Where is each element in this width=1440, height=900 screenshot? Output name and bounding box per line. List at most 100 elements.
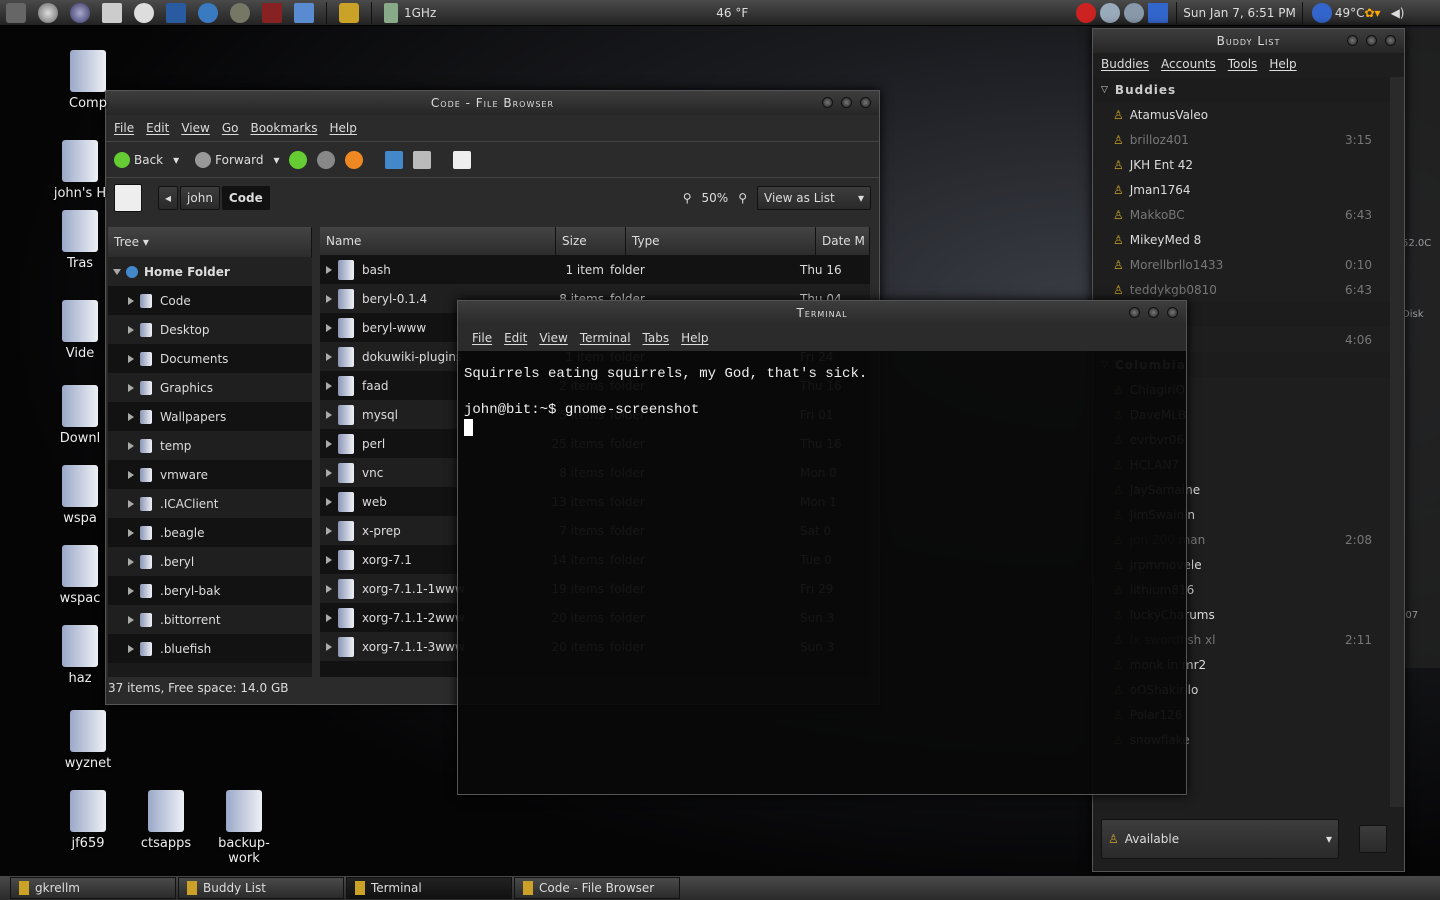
buddy-item[interactable]: ♙ JKH Ent 42 <box>1093 152 1390 177</box>
close-button[interactable] <box>1167 307 1178 318</box>
search-icon[interactable] <box>1100 2 1121 23</box>
buddy-item[interactable]: ♙ MikeyMed 8 <box>1093 227 1390 252</box>
menu-item[interactable]: Help <box>1269 57 1296 71</box>
desktop-icon[interactable]: wyznet <box>48 710 128 771</box>
expander-icon[interactable] <box>128 354 134 363</box>
expander-icon[interactable] <box>326 294 332 303</box>
mail-icon[interactable] <box>102 2 122 23</box>
desktop-icon[interactable]: haz <box>40 625 120 686</box>
expander-icon[interactable] <box>326 642 332 651</box>
expander-icon[interactable] <box>326 584 332 593</box>
desktop-icon[interactable]: wspa <box>40 465 120 526</box>
minimize-button[interactable] <box>1129 307 1140 318</box>
tree-item[interactable]: .ICAClient <box>108 489 312 518</box>
stop-icon[interactable] <box>317 150 336 169</box>
expander-icon[interactable] <box>128 499 134 508</box>
menu-item[interactable]: Tools <box>1228 57 1258 71</box>
tree-item[interactable]: Desktop <box>108 315 312 344</box>
volume-icon[interactable]: ◀) <box>1391 6 1405 20</box>
crumb-current[interactable]: Code <box>221 185 270 210</box>
expander-icon[interactable] <box>326 439 332 448</box>
expander-icon[interactable] <box>128 557 134 566</box>
ruby-icon[interactable] <box>1076 2 1097 23</box>
zoom-level[interactable]: 50% <box>702 191 729 205</box>
menu-item[interactable]: Help <box>681 331 708 345</box>
menu-item[interactable]: Go <box>222 121 239 135</box>
tree-item[interactable]: .beryl-bak <box>108 576 312 605</box>
close-button[interactable] <box>860 97 871 108</box>
video-icon[interactable] <box>262 2 282 23</box>
status-selector[interactable]: ♙ Available ▾ <box>1101 819 1341 859</box>
expander-icon[interactable] <box>128 615 134 624</box>
expander-icon[interactable] <box>326 381 332 390</box>
desktop-icon[interactable]: Comp <box>48 50 128 111</box>
desktop-icon[interactable]: john's H <box>40 140 120 201</box>
chat-icon[interactable] <box>134 2 154 23</box>
expander-icon[interactable] <box>326 352 332 361</box>
expander-icon[interactable] <box>128 325 134 334</box>
buddy-list-titlebar[interactable]: Buddy List <box>1093 29 1404 53</box>
expander-icon[interactable] <box>128 383 134 392</box>
tree-item[interactable]: Code <box>108 286 312 315</box>
minimize-button[interactable] <box>822 97 833 108</box>
menu-item[interactable]: Edit <box>146 121 169 135</box>
gnome-foot-icon[interactable] <box>1311 2 1332 23</box>
expander-icon[interactable] <box>326 497 332 506</box>
file-row[interactable]: bash 1 item folder Thu 16 <box>320 255 870 284</box>
forward-button[interactable]: Forward <box>195 151 263 168</box>
maximize-button[interactable] <box>841 97 852 108</box>
expander-icon[interactable] <box>128 470 134 479</box>
browser-icon[interactable] <box>38 2 58 23</box>
menu-item[interactable]: Accounts <box>1161 57 1216 71</box>
terminal-output[interactable]: Squirrels eating squirrels, my God, that… <box>458 351 1186 450</box>
column-header[interactable]: Size <box>556 227 626 255</box>
taskbar-button[interactable]: Terminal <box>346 877 512 899</box>
tree-item[interactable]: Documents <box>108 344 312 373</box>
menu-item[interactable]: Help <box>330 121 357 135</box>
buddy-item[interactable]: ♙ MakkoBC 6:43 <box>1093 202 1390 227</box>
expander-icon[interactable] <box>326 265 332 274</box>
up-icon[interactable] <box>289 150 308 169</box>
buddy-item[interactable]: ♙ Jman1764 <box>1093 177 1390 202</box>
search-icon[interactable] <box>453 150 472 169</box>
remote-desktop-icon[interactable] <box>294 2 314 23</box>
tree-item[interactable]: .bluefish <box>108 634 312 663</box>
zoom-in-icon[interactable]: ⚲ <box>738 191 747 205</box>
tree-item[interactable]: temp <box>108 431 312 460</box>
reload-icon[interactable] <box>345 150 364 169</box>
taskbar-button[interactable]: gkrellm <box>10 877 176 899</box>
back-history-dropdown[interactable]: ▾ <box>173 153 179 167</box>
expander-icon[interactable] <box>128 644 134 653</box>
terminal-titlebar[interactable]: Terminal <box>458 301 1186 325</box>
expander-icon[interactable] <box>128 528 134 537</box>
gnome-menu-icon[interactable] <box>6 2 26 23</box>
back-button[interactable]: Back <box>114 151 163 168</box>
expander-icon[interactable] <box>128 412 134 421</box>
buddy-icon-button[interactable] <box>1359 825 1387 853</box>
expander-icon[interactable] <box>326 555 332 564</box>
file-browser-titlebar[interactable]: Code - File Browser <box>106 91 879 115</box>
computer-icon[interactable] <box>413 150 432 169</box>
maximize-button[interactable] <box>1148 307 1159 318</box>
menu-item[interactable]: Buddies <box>1101 57 1149 71</box>
desktop-icon[interactable]: backup-work <box>204 790 284 866</box>
expander-icon[interactable] <box>326 468 332 477</box>
terminal-launcher-icon[interactable] <box>166 2 186 23</box>
buddy-group[interactable]: ▽ Buddies <box>1093 77 1390 102</box>
expander-icon[interactable] <box>128 441 134 450</box>
view-as-select[interactable]: View as List ▾ <box>757 185 871 210</box>
desktop-icon[interactable]: wspac <box>40 545 120 606</box>
home-icon[interactable] <box>385 150 404 169</box>
tree-header[interactable]: Tree ▾ <box>108 227 312 257</box>
menu-item[interactable]: File <box>472 331 492 345</box>
globe-icon[interactable] <box>70 2 90 23</box>
expander-icon[interactable] <box>128 586 134 595</box>
taskbar-button[interactable]: Code - File Browser <box>514 877 680 899</box>
zoom-out-icon[interactable]: ⚲ <box>683 191 692 205</box>
tree-item[interactable]: .bittorrent <box>108 605 312 634</box>
menu-item[interactable]: View <box>539 331 567 345</box>
desktop-icon[interactable]: Vide <box>40 300 120 361</box>
buddy-item[interactable]: ♙ AtamusValeo <box>1093 102 1390 127</box>
menu-item[interactable]: File <box>114 121 134 135</box>
column-header[interactable]: Type <box>626 227 816 255</box>
